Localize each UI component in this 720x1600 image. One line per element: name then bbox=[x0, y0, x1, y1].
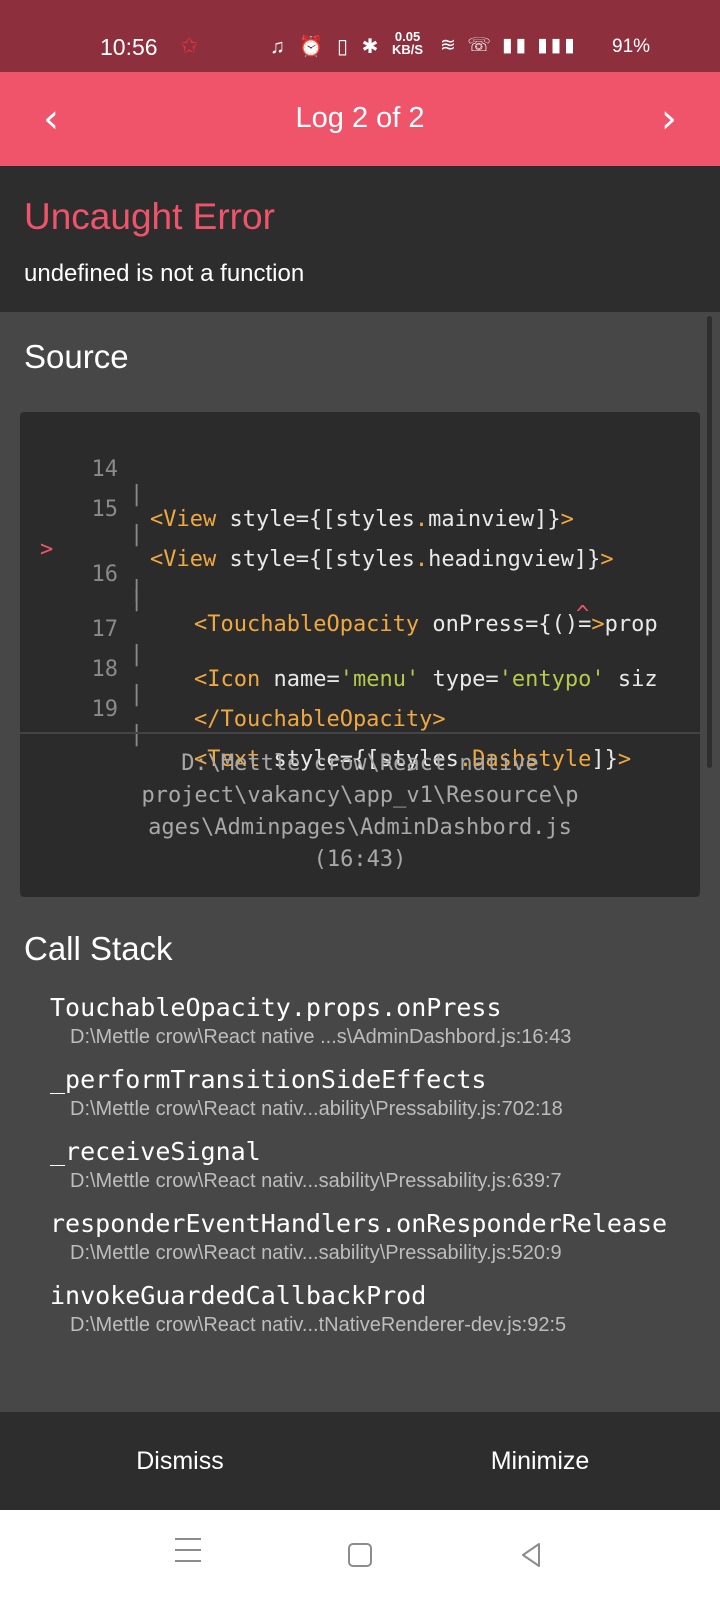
scrollbar[interactable] bbox=[707, 316, 712, 768]
status-time: 10:56 bbox=[100, 34, 158, 60]
status-bar: 10:56 ✩ ♫ ⏰ ▯ ✱ 0.05 KB/S ≋ ☏ ▮▮ ▮▮▮ 91% bbox=[0, 0, 720, 72]
log-content[interactable]: Source 14 | <View style={[styles.mainvie… bbox=[0, 312, 720, 1412]
dismiss-button[interactable]: Dismiss bbox=[0, 1412, 360, 1510]
code-line: 15 | <View style={[styles.headingview]}> bbox=[20, 472, 614, 572]
code-line-error: > 16 | <TouchableOpacity onPress={()=>pr… bbox=[20, 512, 658, 637]
frame-location: D:\Mettle crow\React nativ...sability\Pr… bbox=[70, 1242, 562, 1264]
call-stack-list: TouchableOpacity.props.onPress D:\Mettle… bbox=[50, 992, 670, 1352]
gutter-pipe: | bbox=[130, 522, 144, 547]
status-icons: ♫ ⏰ ▯ ✱ bbox=[270, 36, 383, 58]
file-path-line: ages\Adminpages\AdminDashbord.js bbox=[148, 815, 572, 840]
code-text: <View style={[styles.headingview]}> bbox=[150, 547, 614, 572]
file-path-line: D:\Mettle crow\React native bbox=[181, 751, 539, 776]
gutter-pipe: | bbox=[130, 722, 144, 747]
home-icon[interactable] bbox=[340, 1538, 380, 1572]
frame-function: responderEventHandlers.onResponderReleas… bbox=[50, 1209, 668, 1238]
code-lines: 14 | <View style={[styles.mainview]}> 15… bbox=[20, 432, 700, 772]
gutter-pipe: | bbox=[130, 642, 144, 667]
stack-frame[interactable]: invokeGuardedCallbackProd D:\Mettle crow… bbox=[50, 1280, 670, 1338]
code-frame: 14 | <View style={[styles.mainview]}> 15… bbox=[20, 412, 700, 897]
code-text: <View style={[styles.mainview]}> bbox=[150, 507, 574, 532]
source-heading: Source bbox=[24, 338, 129, 375]
recent-apps-icon[interactable] bbox=[168, 1538, 208, 1572]
line-number: 19 bbox=[91, 697, 119, 722]
code-line: 14 | <View style={[styles.mainview]}> bbox=[20, 432, 574, 532]
code-divider bbox=[20, 732, 700, 734]
minimize-button[interactable]: Minimize bbox=[360, 1412, 720, 1510]
frame-location: D:\Mettle crow\React nativ...sability\Pr… bbox=[70, 1170, 562, 1192]
next-log-icon[interactable]: › bbox=[642, 92, 696, 146]
frame-location: D:\Mettle crow\React native ...s\AdminDa… bbox=[70, 1026, 572, 1048]
code-text: </TouchableOpacity> bbox=[194, 707, 446, 732]
log-title: Log 2 of 2 bbox=[295, 102, 425, 134]
gutter-pipe: | bbox=[130, 577, 144, 602]
log-actions: Dismiss Minimize bbox=[0, 1412, 720, 1510]
error-summary: Uncaught Error undefined is not a functi… bbox=[0, 166, 720, 312]
back-icon[interactable] bbox=[512, 1538, 552, 1572]
frame-function: _performTransitionSideEffects bbox=[50, 1065, 487, 1094]
frame-function: _receiveSignal bbox=[50, 1137, 261, 1166]
stack-frame[interactable]: TouchableOpacity.props.onPress D:\Mettle… bbox=[50, 992, 670, 1050]
code-line: 19 | <Text style={[styles.Dashstyle]}> bbox=[20, 672, 632, 772]
frame-location: D:\Mettle crow\React nativ...ability\Pre… bbox=[70, 1098, 563, 1120]
system-navigation-bar bbox=[0, 1510, 720, 1600]
call-stack-heading: Call Stack bbox=[24, 930, 173, 967]
code-text: <Icon name='menu' type='entypo' siz bbox=[194, 667, 658, 692]
error-message: undefined is not a function bbox=[24, 260, 305, 287]
stack-frame[interactable]: _receiveSignal D:\Mettle crow\React nati… bbox=[50, 1136, 670, 1194]
source-file-path[interactable]: D:\Mettle crow\React native project\vaka… bbox=[80, 748, 640, 876]
gutter-pipe: | bbox=[130, 482, 144, 507]
error-caret: ^ bbox=[576, 602, 590, 627]
gutter-pipe: | bbox=[130, 682, 144, 707]
code-line: 17 | <Icon name='menu' type='entypo' siz bbox=[20, 592, 658, 692]
code-line-caret: | ^ bbox=[20, 552, 589, 627]
speed-unit: KB/S bbox=[392, 42, 424, 57]
network-speed: 0.05 KB/S bbox=[392, 30, 423, 56]
frame-function: invokeGuardedCallbackProd bbox=[50, 1281, 427, 1310]
frame-location: D:\Mettle crow\React nativ...tNativeRend… bbox=[70, 1314, 567, 1336]
log-header: ‹ Log 2 of 2 › bbox=[0, 72, 720, 166]
file-path-line: (16:43) bbox=[313, 847, 407, 872]
signal-icons: ≋ ☏ ▮▮ ▮▮▮ bbox=[440, 35, 578, 56]
notification-icon: ✩ bbox=[180, 33, 199, 58]
error-title: Uncaught Error bbox=[24, 196, 275, 237]
code-line: 18 | </TouchableOpacity> bbox=[20, 632, 446, 732]
stack-frame[interactable]: _performTransitionSideEffects D:\Mettle … bbox=[50, 1064, 670, 1122]
battery-level: 91% bbox=[612, 36, 651, 57]
stack-frame[interactable]: responderEventHandlers.onResponderReleas… bbox=[50, 1208, 670, 1266]
frame-function: TouchableOpacity.props.onPress bbox=[50, 993, 502, 1022]
file-path-line: project\vakancy\app_v1\Resource\p bbox=[141, 783, 579, 808]
